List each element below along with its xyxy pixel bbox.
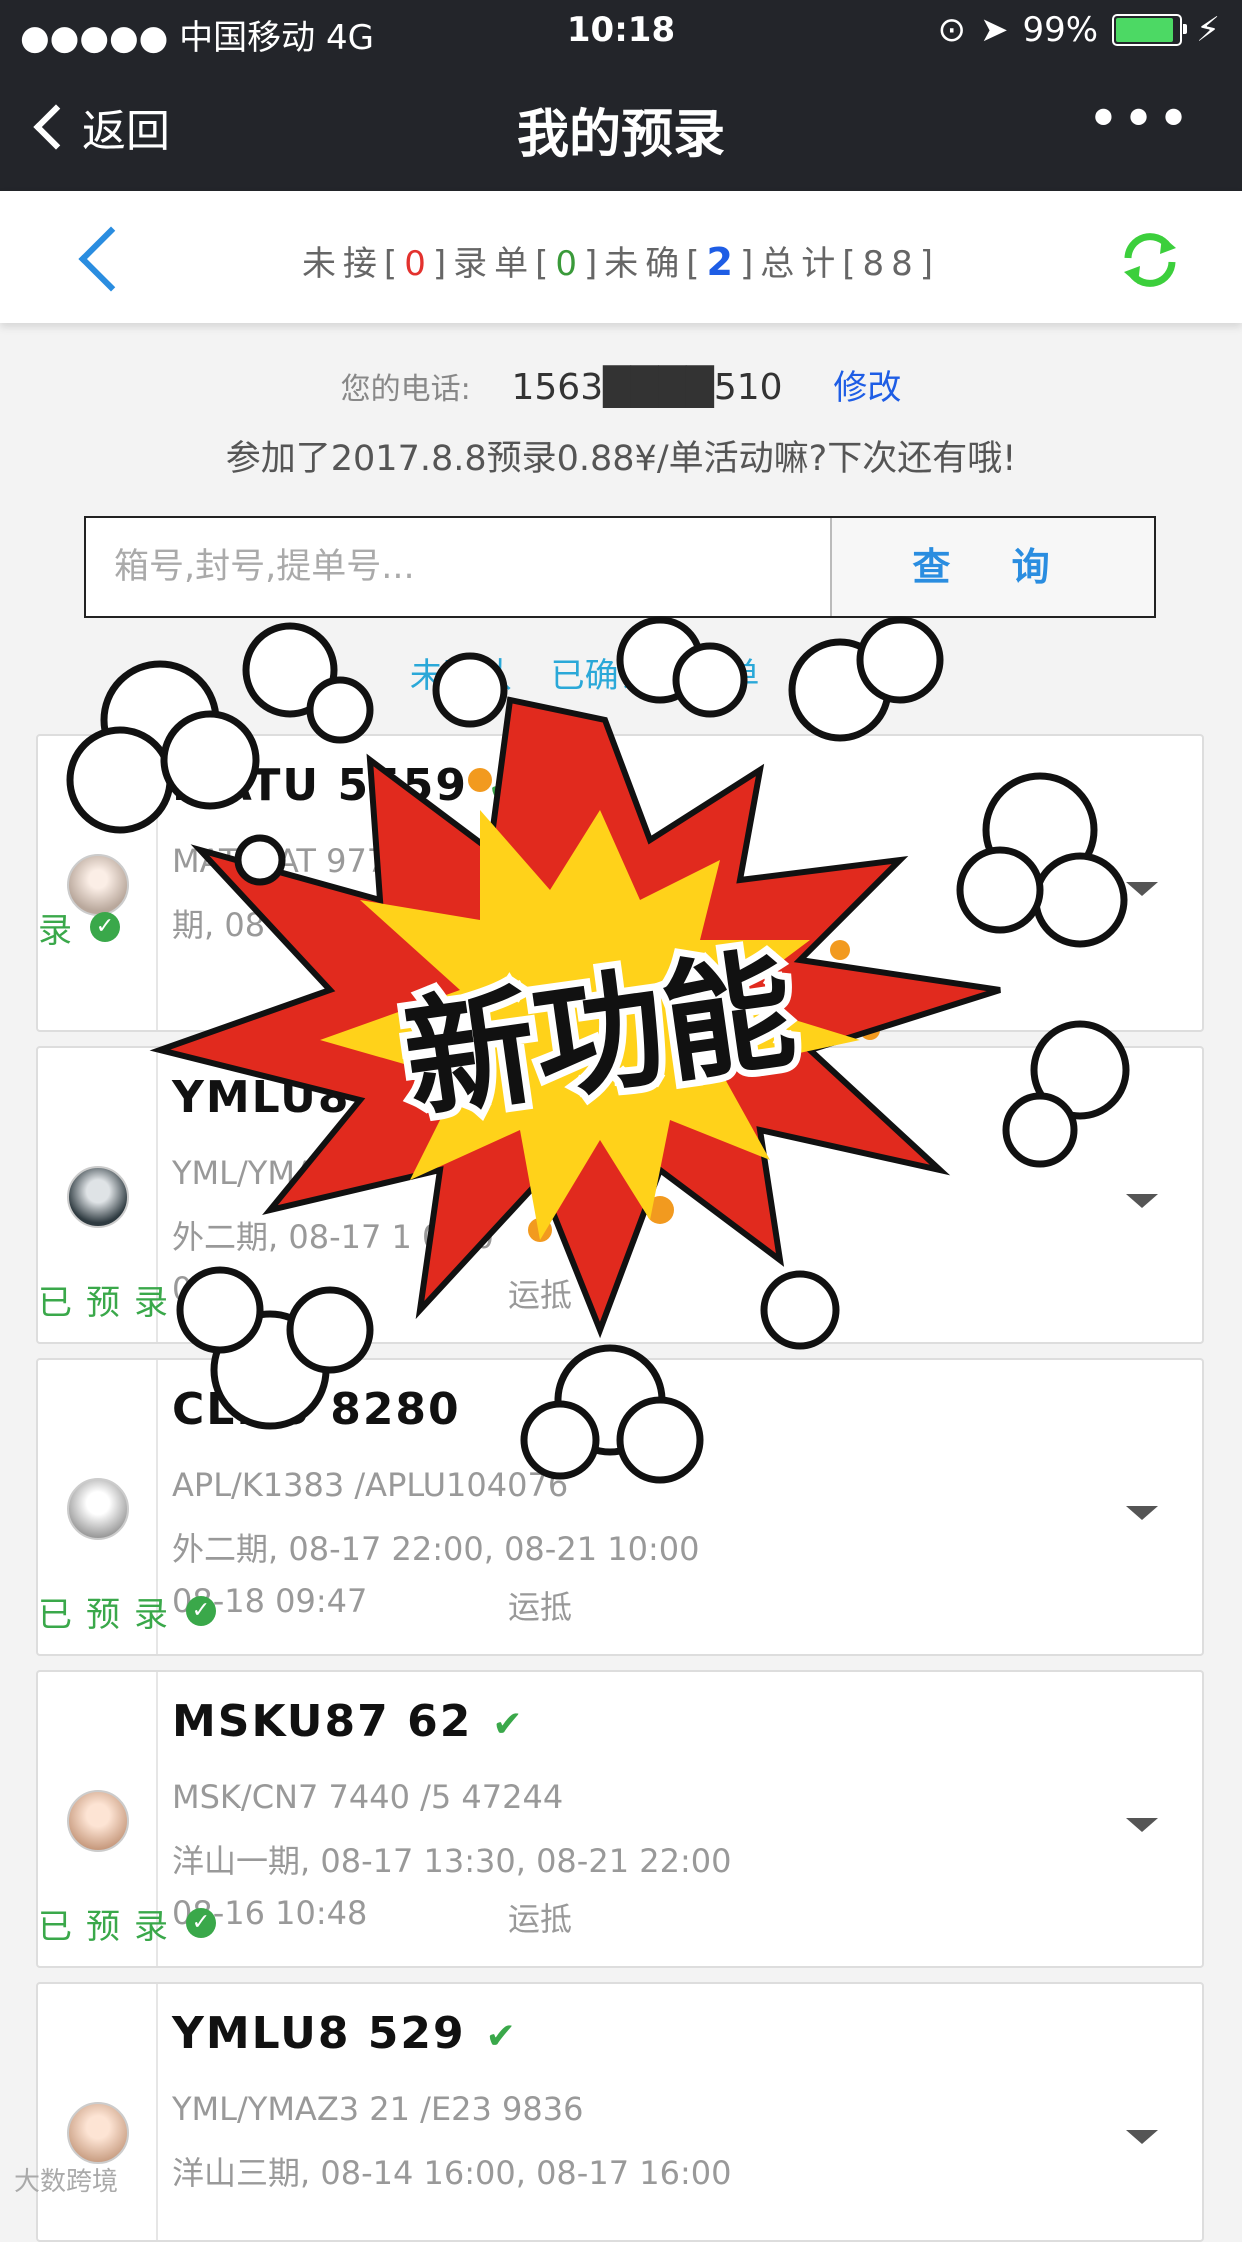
phone-number-masked: ████: [603, 367, 714, 408]
terminal-info: 外二期, 08-17 1 0:00: [172, 1218, 494, 1256]
search-bar: 查 询: [84, 516, 1156, 618]
terminal-info: 洋山一期, 08-17 13:30, 08-21 22:00: [172, 1842, 732, 1880]
edit-phone-link[interactable]: 修改: [833, 368, 901, 408]
charging-icon: ⚡: [1196, 10, 1220, 50]
phone-label: 您的电话:: [340, 372, 471, 407]
battery-percent: 99%: [1022, 10, 1099, 50]
lock-rotation-icon: ⊙: [937, 10, 967, 50]
expand-caret-icon[interactable]: [1126, 1194, 1158, 1208]
summary-label-total: ]总计[88]: [740, 244, 941, 284]
phone-number-tail: 510: [713, 367, 783, 408]
check-circle-icon: ✓: [186, 1284, 216, 1314]
expand-caret-icon[interactable]: [1126, 882, 1158, 896]
top-bar: ●●●●● 中国移动 4G 10:18 ⊙ ➤ 99% ⚡ 返回 我的预录 ••…: [0, 0, 1242, 191]
container-id: CLHU 8280: [172, 1384, 461, 1435]
container-id: YMLU8 529: [172, 2008, 466, 2059]
refresh-icon[interactable]: [1118, 228, 1182, 292]
check-icon: ✔: [487, 768, 521, 809]
status-bar: ●●●●● 中国移动 4G 10:18 ⊙ ➤ 99% ⚡: [0, 0, 1242, 62]
search-input[interactable]: [86, 518, 831, 616]
status-text: 已预录: [38, 1906, 182, 1947]
list-item[interactable]: YMLU8 529 ✔ YML/YMAZ3 21 /E23 9836 洋山三期, …: [36, 1982, 1204, 2242]
summary-label-unreceived: 未接[: [301, 244, 405, 284]
avatar: [67, 2102, 129, 2164]
filter-tab-print[interactable]: 打单: [691, 656, 759, 696]
count-unreceived: 0: [404, 244, 433, 284]
phone-number: 1563: [511, 367, 604, 408]
status-text: 录: [38, 910, 86, 951]
battery-icon: [1112, 14, 1188, 46]
vessel-info: YML/YMA 04: [172, 1154, 368, 1192]
expand-caret-icon[interactable]: [1126, 1818, 1158, 1832]
summary-counts: 未接[0]录单[0]未确[2]总计[88]: [0, 236, 1242, 285]
container-id: YMLU8: [172, 1072, 351, 1123]
search-button[interactable]: 查 询: [830, 518, 1154, 616]
list-item[interactable]: YMLU8 YML/YMA 04 外二期, 08-17 1 0:00 08- 运…: [36, 1046, 1204, 1344]
filter-tab-unconfirmed[interactable]: 未确认: [410, 656, 512, 696]
check-circle-icon: ✓: [186, 1908, 216, 1938]
status-text: 已预录: [38, 1282, 182, 1323]
list-item[interactable]: CLHU 8280 APL/K1383 /APLU104076 外二期, 08-…: [36, 1358, 1204, 1656]
promo-text: 参加了2017.8.8预录0.88¥/单活动嘛?下次还有哦!: [225, 439, 1017, 479]
filter-tab-record[interactable]: 录: [798, 656, 832, 696]
vessel-info: APL/K1383 /APLU104076: [172, 1466, 569, 1504]
check-circle-icon: ✓: [90, 912, 120, 942]
container-id: MATU 5559: [172, 760, 468, 811]
status-badge: 录 ✓: [38, 896, 1242, 958]
avatar: [67, 1790, 129, 1852]
status-badge: 已预录 ✓: [38, 1892, 1242, 1954]
expand-caret-icon[interactable]: [1126, 2130, 1158, 2144]
terminal-info: 外二期, 08-17 22:00, 08-21 10:00: [172, 1530, 700, 1568]
location-icon: ➤: [980, 10, 1009, 50]
status-text: 已预录: [38, 1594, 182, 1635]
count-entered: 0: [555, 244, 585, 284]
status-badge: 已预录 ✓: [38, 1580, 1242, 1642]
check-circle-icon: ✓: [186, 1596, 216, 1626]
filter-tab-confirmed[interactable]: 已确认: [551, 656, 653, 696]
list-item[interactable]: MSKU87 62 ✔ MSK/CN7 7440 /5 47244 洋山一期, 0…: [36, 1670, 1204, 1968]
summary-label-entered: ]录单[: [432, 244, 556, 284]
container-id: MSKU87 62: [172, 1696, 473, 1747]
vessel-info: MSK/CN7 7440 /5 47244: [172, 1778, 564, 1816]
avatar: [67, 1166, 129, 1228]
more-menu-button[interactable]: •••: [1087, 92, 1192, 148]
list-item[interactable]: MATU 5559 ✔ MAT/MAT 977 /M 00 期, 08 录 ✓: [36, 734, 1204, 1032]
filter-tabs: 未确认 已确认 打单 录: [0, 648, 1242, 697]
avatar: [67, 1478, 129, 1540]
watermark: 大数跨境: [14, 2167, 119, 2197]
phone-row: 您的电话: 1563████510 修改: [0, 360, 1242, 409]
terminal-info: 洋山三期, 08-14 16:00, 08-17 16:00: [172, 2154, 732, 2192]
check-icon: ✔: [492, 1704, 525, 1745]
page-title: 我的预录: [516, 105, 725, 165]
status-right: ⊙ ➤ 99% ⚡: [938, 10, 1220, 50]
count-unconfirmed: 2: [706, 240, 740, 284]
vessel-info: MAT/MAT 977 /M 00: [172, 842, 487, 880]
expand-caret-icon[interactable]: [1126, 1506, 1158, 1520]
summary-label-unconfirmed: ]未确[: [584, 244, 707, 284]
check-icon: ✔: [485, 2016, 518, 2057]
status-badge: 已预录 ✓: [38, 1268, 1242, 1330]
vessel-info: YML/YMAZ3 21 /E23 9836: [172, 2090, 584, 2128]
